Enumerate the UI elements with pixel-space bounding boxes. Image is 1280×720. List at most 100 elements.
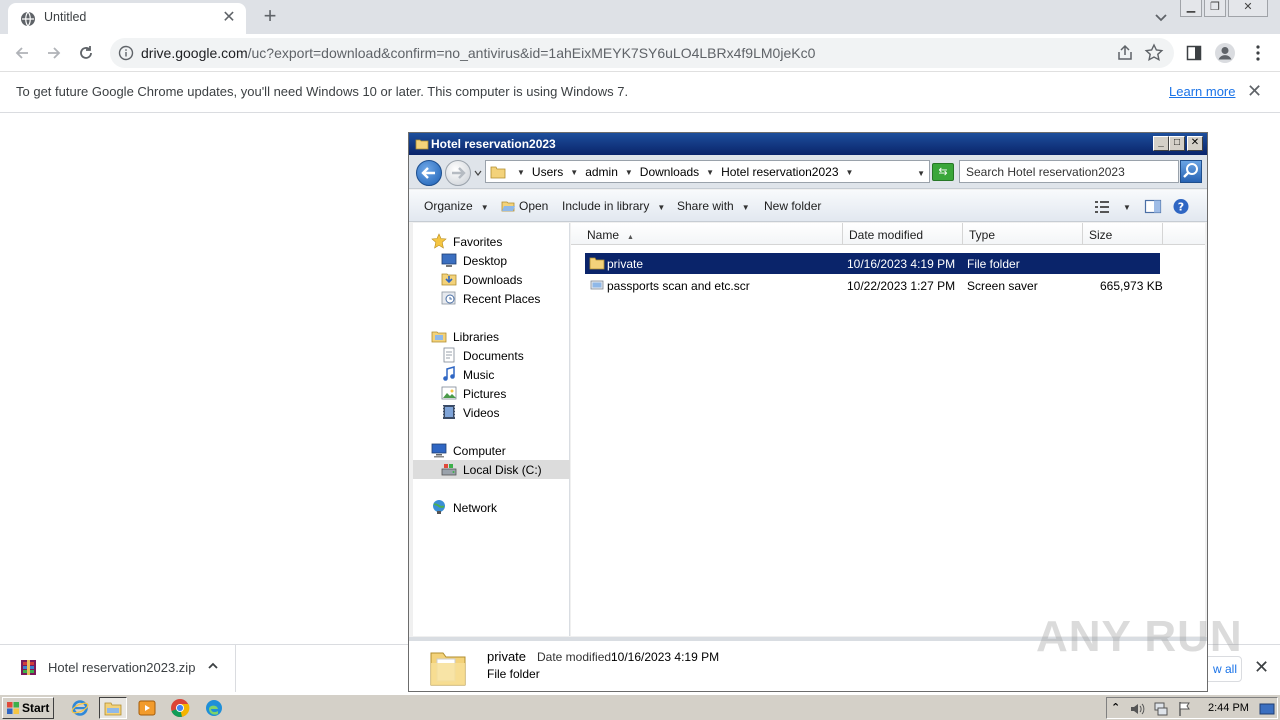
star-icon[interactable] — [1144, 43, 1164, 63]
back-button[interactable] — [10, 41, 34, 65]
address-dropdown-icon[interactable]: ▼ — [917, 169, 925, 178]
action-center-flag-icon[interactable] — [1177, 701, 1193, 717]
taskbar: Start ⌃ 2:44 PM — [0, 694, 1280, 720]
taskbar-edge[interactable] — [200, 697, 228, 719]
download-file-name: Hotel reservation2023.zip — [48, 660, 196, 675]
new-folder-button[interactable]: New folder — [764, 199, 821, 213]
explorer-address-row: ▼ Users ▼ admin ▼ Downloads ▼ Hotel rese… — [409, 155, 1207, 189]
folder-icon — [104, 702, 122, 716]
file-type: File folder — [967, 257, 1020, 271]
star-icon — [431, 233, 447, 249]
download-item[interactable]: Hotel reservation2023.zip — [0, 645, 236, 692]
volume-icon[interactable] — [1129, 701, 1145, 717]
profile-avatar-icon[interactable] — [1214, 42, 1236, 64]
browser-tab[interactable]: Untitled ✕ — [8, 3, 246, 34]
file-name: passports scan and etc.scr — [607, 279, 750, 293]
info-icon[interactable] — [118, 45, 134, 61]
explorer-back-button[interactable] — [416, 160, 442, 186]
breadcrumb-item[interactable]: admin — [585, 165, 618, 179]
explorer-maximize-icon[interactable]: □ — [1169, 136, 1185, 151]
start-button[interactable]: Start — [2, 697, 54, 719]
column-header-type[interactable]: Type — [963, 223, 1083, 245]
update-infobar: To get future Google Chrome updates, you… — [0, 72, 1280, 113]
url-path: /uc?export=download&confirm=no_antivirus… — [247, 45, 816, 61]
nav-local-disk[interactable]: Local Disk (C:) — [413, 460, 570, 479]
tab-strip: Untitled ✕ + ▁ ❐ ✕ — [0, 0, 1280, 34]
nav-computer[interactable]: Computer — [413, 441, 570, 460]
file-name: private — [607, 257, 644, 271]
windows-logo-icon — [7, 702, 19, 714]
show-desktop-icon[interactable] — [1259, 701, 1275, 717]
address-bar[interactable]: drive.google.com/uc?export=download&conf… — [110, 38, 1174, 68]
network-status-icon[interactable] — [1153, 701, 1169, 717]
breadcrumb-item[interactable]: Users — [532, 165, 563, 179]
watermark-text: ANY RUN — [1036, 612, 1243, 661]
winrar-archive-icon — [21, 660, 36, 675]
nav-network[interactable]: Network — [413, 498, 570, 517]
nav-libraries[interactable]: Libraries — [413, 327, 570, 346]
taskbar-media-player[interactable] — [133, 697, 161, 719]
breadcrumb-item[interactable]: Downloads — [640, 165, 699, 179]
hard-drive-icon — [441, 464, 457, 476]
taskbar-explorer[interactable] — [99, 697, 127, 719]
preview-pane-icon[interactable] — [1144, 198, 1162, 215]
include-in-library-button[interactable]: Include in library ▼ — [562, 199, 665, 213]
window-close-icon[interactable]: ✕ — [1228, 0, 1268, 17]
new-tab-button[interactable]: + — [258, 5, 282, 29]
taskbar-chrome[interactable] — [166, 697, 194, 719]
folder-icon — [490, 166, 506, 179]
explorer-search-input[interactable]: Search Hotel reservation2023 — [959, 160, 1179, 183]
file-row-private[interactable]: private 10/16/2023 4:19 PM File folder — [585, 253, 1160, 274]
minimize-icon[interactable]: ▁ — [1180, 0, 1202, 17]
tab-close-icon[interactable]: ✕ — [220, 9, 238, 27]
nav-pictures[interactable]: Pictures — [413, 384, 570, 403]
reload-icon — [80, 46, 92, 59]
organize-button[interactable]: Organize ▼ — [424, 199, 489, 213]
nav-videos[interactable]: Videos — [413, 403, 570, 422]
show-hidden-icons-icon[interactable]: ⌃ — [1111, 701, 1127, 717]
music-note-icon — [443, 366, 455, 381]
share-icon[interactable] — [1116, 44, 1134, 62]
search-icon[interactable] — [1180, 160, 1202, 183]
file-date: 10/16/2023 4:19 PM — [847, 257, 956, 271]
view-dropdown-icon[interactable]: ▼ — [1123, 199, 1131, 213]
history-dropdown-icon[interactable] — [473, 168, 483, 178]
nav-recent-places[interactable]: Recent Places — [413, 289, 570, 308]
nav-desktop[interactable]: Desktop — [413, 251, 570, 270]
help-icon[interactable]: ? — [1172, 198, 1190, 215]
file-row-passports-scr[interactable]: passports scan and etc.scr 10/22/2023 1:… — [585, 275, 1163, 296]
infobar-close-icon[interactable]: ✕ — [1247, 82, 1262, 100]
nav-favorites[interactable]: Favorites — [413, 232, 570, 251]
column-header-date[interactable]: Date modified — [843, 223, 963, 245]
view-options-icon[interactable] — [1093, 198, 1111, 215]
share-with-button[interactable]: Share with ▼ — [677, 199, 750, 213]
chevron-up-icon[interactable] — [206, 659, 220, 673]
tab-search-chevron-icon[interactable] — [1150, 6, 1172, 28]
folder-large-icon — [430, 652, 466, 686]
nav-documents[interactable]: Documents — [413, 346, 570, 365]
restore-icon[interactable]: ❐ — [1204, 0, 1226, 17]
taskbar-ie[interactable] — [66, 697, 94, 719]
column-header-name[interactable]: Name ▲ — [571, 223, 843, 245]
explorer-close-icon[interactable]: ✕ — [1187, 136, 1203, 151]
explorer-title: Hotel reservation2023 — [431, 137, 556, 151]
forward-button[interactable] — [42, 41, 66, 65]
clock[interactable]: 2:44 PM — [1208, 702, 1249, 714]
learn-more-link[interactable]: Learn more — [1169, 84, 1235, 99]
explorer-titlebar[interactable]: Hotel reservation2023 _ □ ✕ — [409, 133, 1207, 155]
explorer-forward-button[interactable] — [445, 160, 471, 186]
kebab-menu-icon[interactable] — [1247, 42, 1269, 64]
nav-music[interactable]: Music — [413, 365, 570, 384]
open-button[interactable]: Open — [519, 199, 548, 213]
url-text[interactable]: drive.google.com/uc?export=download&conf… — [141, 45, 815, 61]
file-date: 10/22/2023 1:27 PM — [847, 279, 956, 293]
nav-downloads[interactable]: Downloads — [413, 270, 570, 289]
side-panel-icon[interactable] — [1183, 42, 1205, 64]
breadcrumb-item[interactable]: Hotel reservation2023 — [721, 165, 838, 179]
breadcrumb[interactable]: ▼ Users ▼ admin ▼ Downloads ▼ Hotel rese… — [485, 160, 930, 183]
reload-button[interactable] — [74, 41, 98, 65]
shelf-close-icon[interactable]: ✕ — [1254, 658, 1269, 676]
refresh-icon[interactable]: ⇆ — [932, 163, 954, 181]
column-header-size[interactable]: Size — [1083, 223, 1163, 245]
explorer-minimize-icon[interactable]: _ — [1153, 136, 1169, 151]
